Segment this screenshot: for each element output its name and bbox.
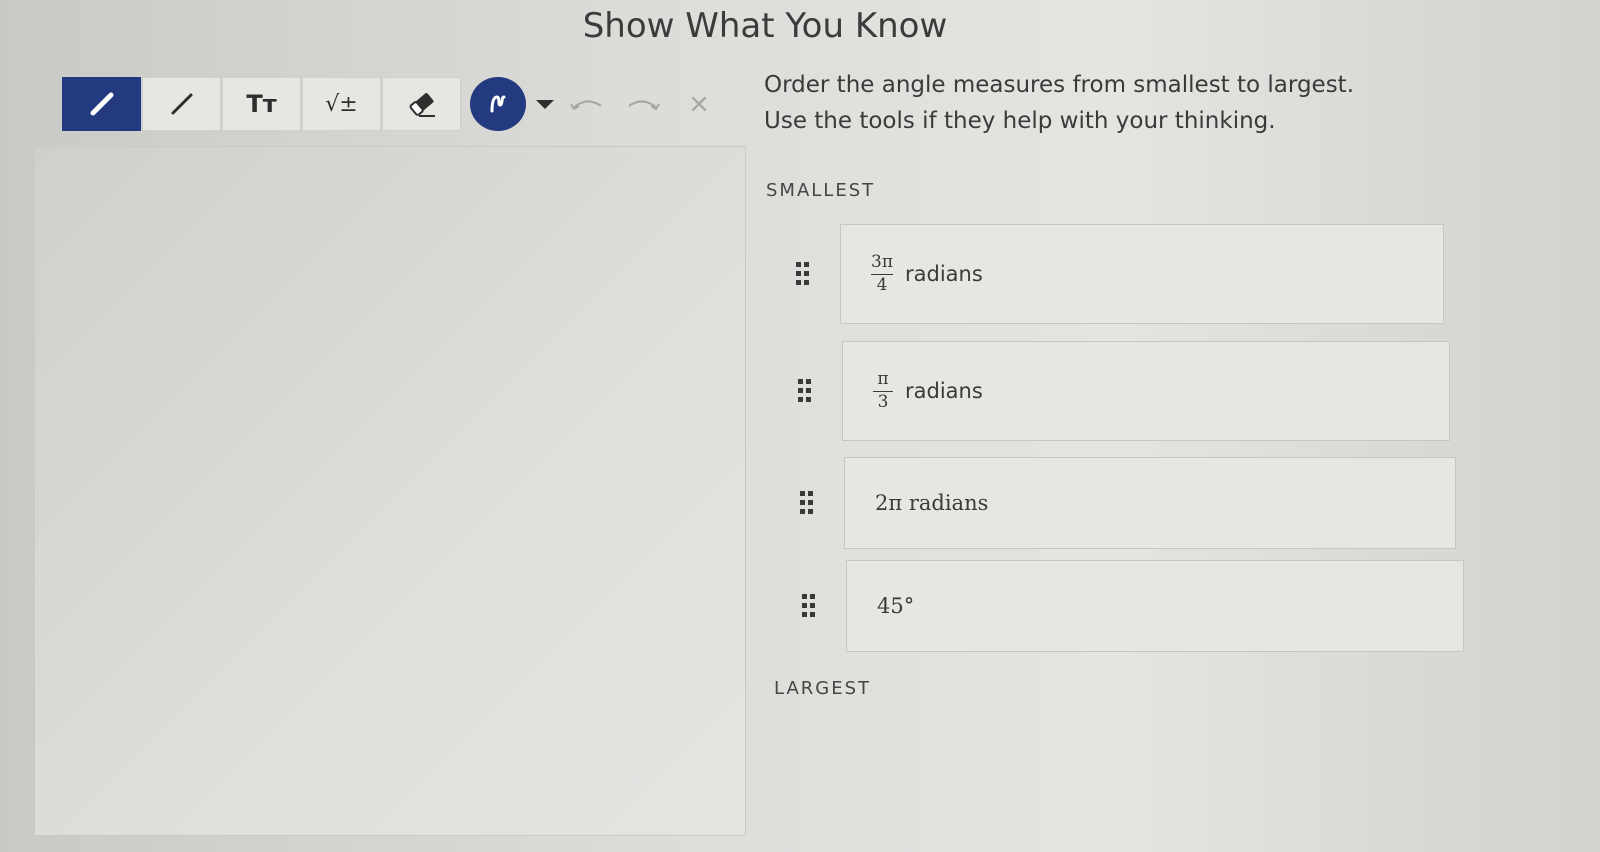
text-size-icon: Tт: [246, 90, 277, 118]
undo-icon: [570, 100, 602, 111]
close-icon: ×: [688, 89, 710, 119]
denominator: 4: [876, 274, 888, 295]
color-swatch-icon: [490, 95, 506, 113]
page-title: Show What You Know: [582, 6, 948, 46]
largest-label: LARGEST: [774, 678, 872, 699]
undo-button[interactable]: [564, 84, 610, 124]
text-tool-button[interactable]: Tт: [222, 77, 301, 131]
square-root-icon: √±: [325, 91, 358, 117]
color-picker-button[interactable]: [470, 77, 526, 131]
drag-handle-icon[interactable]: [800, 491, 814, 515]
numerator: π: [877, 368, 889, 389]
instruction-subtext: Use the tools if they help with your thi…: [764, 108, 1276, 134]
drawing-canvas[interactable]: [34, 146, 746, 836]
fraction: π 3: [873, 368, 893, 412]
drawing-toolbar: Tт √± ×: [62, 76, 722, 132]
numerator: 3π: [871, 251, 893, 272]
answer-card[interactable]: 45°: [846, 560, 1464, 652]
answer-content: 2π radians: [875, 458, 988, 548]
pencil-icon: [90, 92, 113, 116]
answer-content: π 3 radians: [873, 342, 983, 440]
instruction-text: Order the angle measures from smallest t…: [764, 72, 1355, 98]
answer-text: 2π radians: [875, 491, 989, 515]
fraction: 3π 4: [871, 251, 893, 295]
unit-label: radians: [905, 262, 983, 286]
line-tool-button[interactable]: [142, 77, 221, 131]
line-icon: [171, 93, 192, 115]
redo-icon: [628, 100, 660, 111]
answer-card[interactable]: 2π radians: [844, 457, 1456, 549]
drag-handle-icon[interactable]: [798, 379, 812, 403]
smallest-label: SMALLEST: [766, 180, 876, 201]
eraser-icon: [409, 93, 435, 117]
clear-button[interactable]: ×: [676, 84, 722, 124]
math-tool-button[interactable]: √±: [302, 77, 381, 131]
drag-handle-icon[interactable]: [802, 594, 816, 618]
denominator: 3: [877, 391, 889, 412]
redo-button[interactable]: [620, 84, 666, 124]
answer-content: 3π 4 radians: [871, 225, 983, 323]
answer-content: 45°: [877, 561, 914, 651]
chevron-down-icon[interactable]: [536, 99, 554, 109]
drag-handle-icon[interactable]: [796, 262, 810, 286]
unit-label: radians: [905, 379, 983, 403]
answer-card[interactable]: π 3 radians: [842, 341, 1450, 441]
pen-tool-button[interactable]: [62, 77, 141, 131]
answer-text: 45°: [877, 594, 915, 618]
answer-card[interactable]: 3π 4 radians: [840, 224, 1444, 324]
eraser-tool-button[interactable]: [382, 77, 461, 131]
